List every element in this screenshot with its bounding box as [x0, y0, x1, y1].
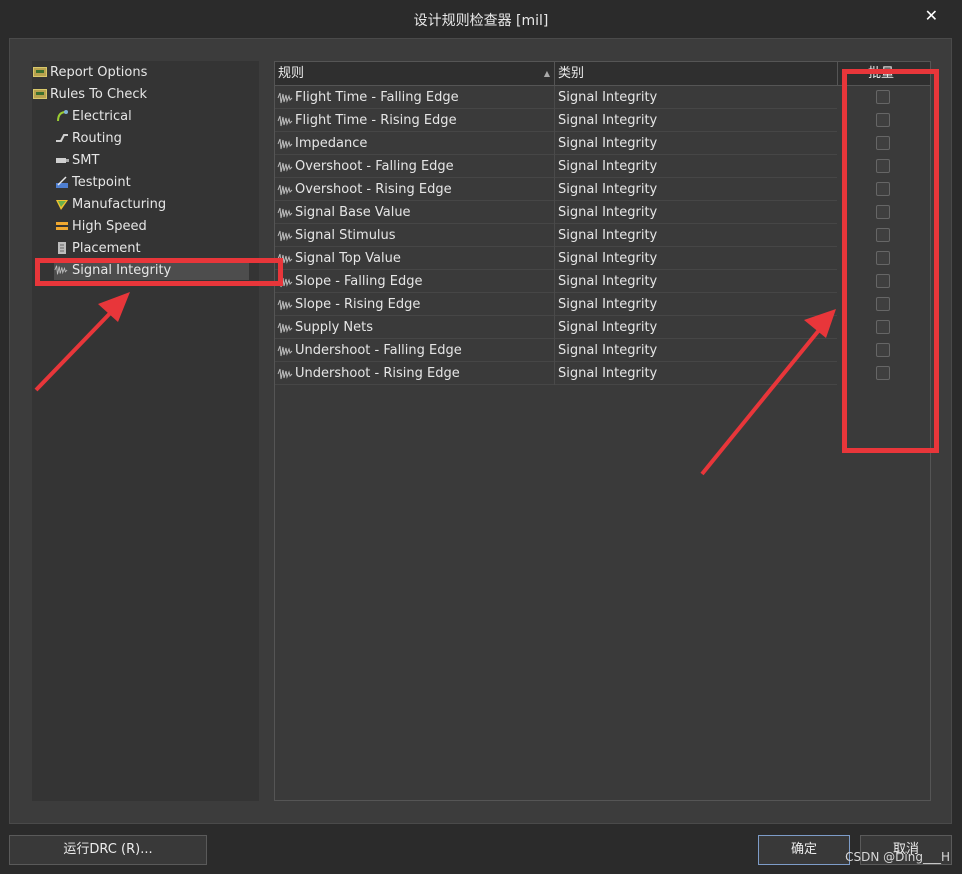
arrow-left [34, 292, 130, 392]
annotation-arrows [34, 292, 836, 476]
arrow-right [700, 309, 836, 476]
